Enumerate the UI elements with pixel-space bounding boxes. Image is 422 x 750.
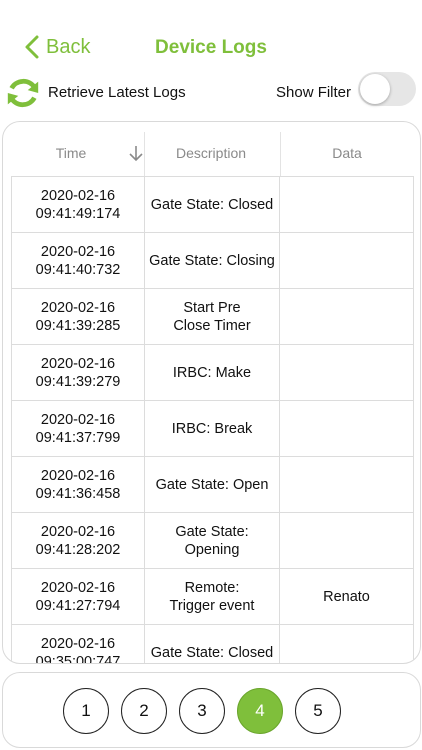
log-time-cell: 2020-02-16 09:41:28:202: [12, 513, 145, 568]
log-description-cell: Gate State: Closing: [145, 233, 280, 288]
table-row[interactable]: 2020-02-16 09:41:28:202 Gate State: Openi…: [11, 512, 414, 568]
page-button-4[interactable]: 4: [237, 688, 283, 734]
header-description: Description: [175, 145, 247, 161]
log-time-cell: 2020-02-16 09:41:40:732: [12, 233, 145, 288]
log-time-cell: 2020-02-16 09:41:37:799: [12, 401, 145, 456]
log-description-cell: Start Pre Close Timer: [145, 289, 280, 344]
toggle-knob: [360, 74, 390, 104]
log-time-cell: 2020-02-16 09:41:36:458: [12, 457, 145, 512]
log-rows: 2020-02-16 09:41:49:174 Gate State: Close…: [11, 176, 414, 663]
table-row[interactable]: 2020-02-16 09:41:40:732 Gate State: Closi…: [11, 232, 414, 288]
log-data-cell: [280, 177, 413, 232]
back-button[interactable]: Back: [24, 34, 90, 60]
log-data-cell: [280, 345, 413, 400]
chevron-left-icon: [25, 35, 39, 59]
log-time-cell: 2020-02-16 09:41:39:279: [12, 345, 145, 400]
page-button-1[interactable]: 1: [63, 688, 109, 734]
log-description-cell: IRBC: Break: [145, 401, 280, 456]
log-description-cell: Remote: Trigger event: [145, 569, 280, 624]
log-time-cell: 2020-02-16 09:35:00:747: [12, 625, 145, 663]
table-row[interactable]: 2020-02-16 09:41:36:458 Gate State: Open: [11, 456, 414, 512]
show-filter-toggle[interactable]: [358, 72, 416, 106]
table-row[interactable]: 2020-02-16 09:41:27:794 Remote: Trigger e…: [11, 568, 414, 624]
status-bar: [0, 0, 422, 22]
page-button-2[interactable]: 2: [121, 688, 167, 734]
page-button-5[interactable]: 5: [295, 688, 341, 734]
refresh-icon[interactable]: [4, 74, 42, 112]
log-description-cell: Gate State: Closed: [145, 625, 280, 663]
log-description-cell: IRBC: Make: [145, 345, 280, 400]
header-divider: [144, 132, 145, 176]
table-row[interactable]: 2020-02-16 09:41:49:174 Gate State: Close…: [11, 176, 414, 232]
pagination: 12345: [2, 672, 421, 748]
log-data-cell: Renato: [323, 588, 370, 605]
log-time-cell: 2020-02-16 09:41:39:285: [12, 289, 145, 344]
log-data-cell: [280, 513, 413, 568]
header-data: Data: [332, 145, 362, 161]
log-data-cell: [280, 233, 413, 288]
log-time-cell: 2020-02-16 09:41:49:174: [12, 177, 145, 232]
table-row[interactable]: 2020-02-16 09:41:39:279 IRBC: Make: [11, 344, 414, 400]
show-filter-label: Show Filter: [276, 84, 352, 101]
log-description-cell: Gate State: Closed: [145, 177, 280, 232]
log-data-cell: [280, 625, 413, 663]
header-divider: [280, 132, 281, 176]
table-row[interactable]: 2020-02-16 09:35:00:747 Gate State: Close…: [11, 624, 414, 663]
log-table-header: Time Description Data: [3, 122, 420, 176]
log-data-cell: [280, 457, 413, 512]
nav-bar: Back Device Logs: [0, 26, 422, 70]
table-row[interactable]: 2020-02-16 09:41:37:799 IRBC: Break: [11, 400, 414, 456]
table-row[interactable]: 2020-02-16 09:41:39:285 Start Pre Close T…: [11, 288, 414, 344]
page-button-3[interactable]: 3: [179, 688, 225, 734]
log-time-cell: 2020-02-16 09:41:27:794: [12, 569, 145, 624]
log-data-cell: [280, 289, 413, 344]
log-data-cell: [280, 401, 413, 456]
log-description-cell: Gate State: Open: [145, 457, 280, 512]
log-table-card: Time Description Data 2020-02-16 09:41:4…: [2, 121, 421, 664]
header-time: Time: [55, 145, 87, 161]
retrieve-logs-label[interactable]: Retrieve Latest Logs: [48, 84, 186, 101]
back-label: Back: [46, 35, 91, 58]
log-description-cell: Gate State: Opening: [145, 513, 280, 568]
